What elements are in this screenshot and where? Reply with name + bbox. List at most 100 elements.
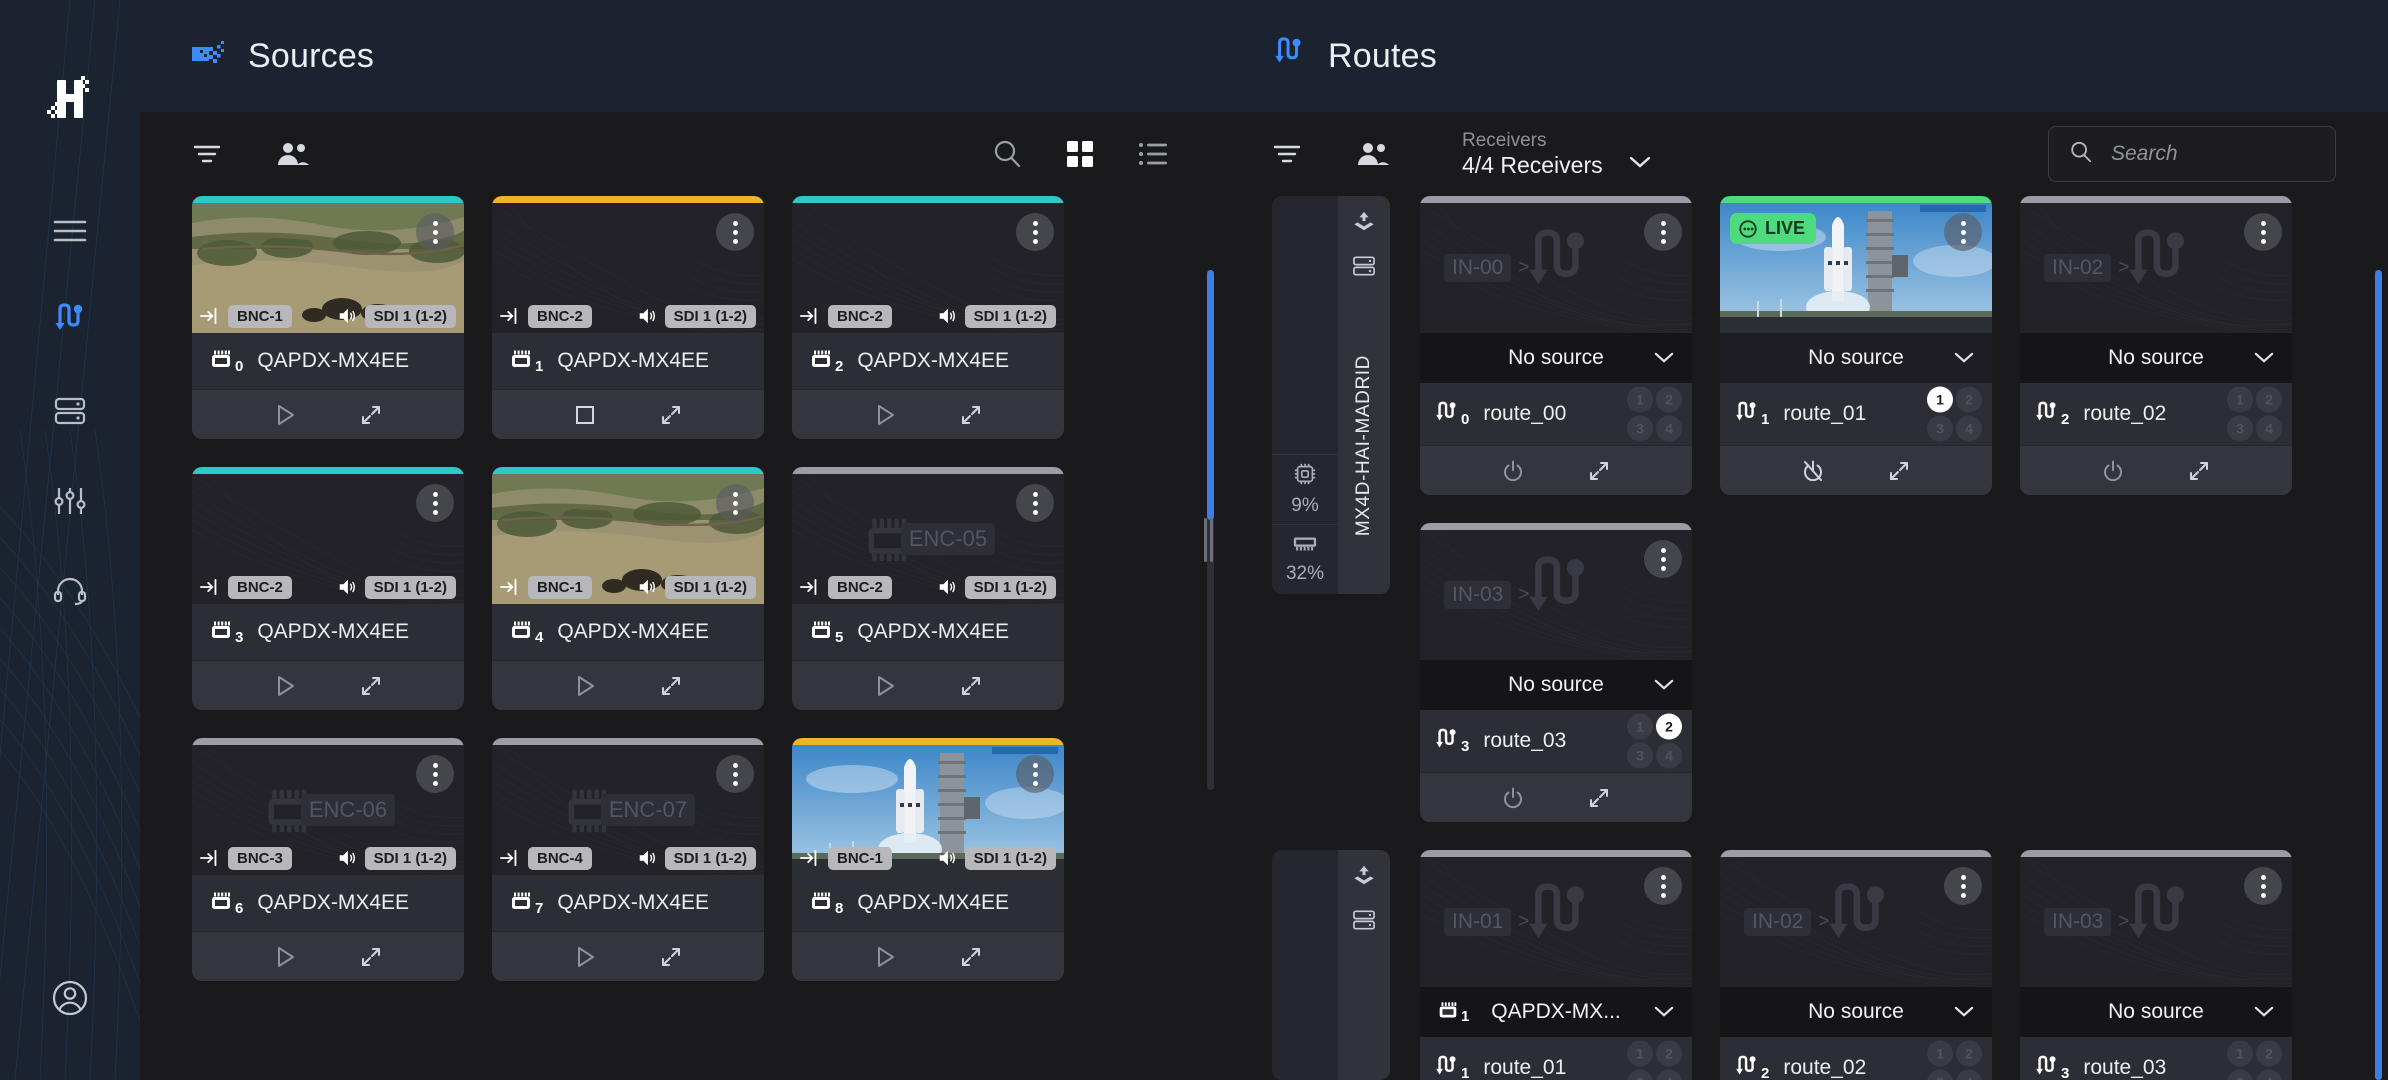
route-thumbnail[interactable]: IN-02 > bbox=[2020, 203, 2292, 333]
source-thumbnail[interactable]: ENC-07 BNC-4 SDI 1 (1-2) bbox=[492, 745, 764, 875]
source-card[interactable]: BNC-2 SDI 1 (1-2) 1 QAPDX-MX4EE bbox=[492, 196, 764, 439]
receiver-badge[interactable]: 1 bbox=[1927, 386, 1953, 413]
source-card[interactable]: ENC-05 BNC-2 SDI 1 (1-2) 5 QAPDX-MX4EE bbox=[792, 467, 1064, 710]
power-off-button[interactable] bbox=[1801, 459, 1825, 483]
receiver-badge[interactable]: 3 bbox=[1627, 742, 1653, 769]
play-button[interactable] bbox=[573, 674, 597, 698]
route-card[interactable]: IN-02 > No source 2 route_02 bbox=[2020, 196, 2292, 495]
sidebar-item-routes[interactable] bbox=[34, 278, 106, 368]
chevron-down-icon[interactable] bbox=[2254, 1000, 2274, 1024]
chevron-down-icon[interactable] bbox=[1654, 346, 1674, 370]
expand-button[interactable] bbox=[959, 674, 983, 698]
user-account-icon[interactable] bbox=[51, 979, 89, 1022]
route-thumbnail[interactable]: IN-03 > bbox=[2020, 857, 2292, 987]
expand-button[interactable] bbox=[2187, 459, 2211, 483]
sidebar-item-devices[interactable] bbox=[34, 368, 106, 458]
source-card[interactable]: BNC-2 SDI 1 (1-2) 3 QAPDX-MX4EE bbox=[192, 467, 464, 710]
hai-logo[interactable] bbox=[43, 72, 97, 126]
receiver-badge[interactable]: 4 bbox=[2256, 1069, 2282, 1080]
route-source-selector[interactable]: No source bbox=[1420, 660, 1692, 710]
route-thumbnail[interactable]: IN-01 > bbox=[1420, 857, 1692, 987]
play-button[interactable] bbox=[273, 674, 297, 698]
device-rail[interactable] bbox=[1272, 850, 1390, 1080]
receiver-badge[interactable]: 2 bbox=[1956, 1040, 1982, 1067]
receiver-badge[interactable]: 4 bbox=[1956, 1069, 1982, 1080]
route-thumbnail[interactable]: IN-03 > bbox=[1420, 530, 1692, 660]
filter-icon[interactable] bbox=[192, 142, 222, 166]
card-menu-button[interactable] bbox=[2244, 213, 2282, 251]
source-card[interactable]: ENC-07 BNC-4 SDI 1 (1-2) 7 QAPDX-MX4EE bbox=[492, 738, 764, 981]
card-menu-button[interactable] bbox=[1944, 213, 1982, 251]
routes-search-box[interactable] bbox=[2048, 126, 2336, 182]
sidebar-item-settings[interactable] bbox=[34, 458, 106, 548]
receiver-badge[interactable]: 1 bbox=[2227, 386, 2253, 413]
card-menu-button[interactable] bbox=[2244, 867, 2282, 905]
expand-button[interactable] bbox=[659, 403, 683, 427]
server-rack-icon[interactable] bbox=[1351, 255, 1377, 282]
card-menu-button[interactable] bbox=[1644, 540, 1682, 578]
chevron-down-icon[interactable] bbox=[1654, 673, 1674, 697]
server-rack-icon[interactable] bbox=[1351, 909, 1377, 936]
expand-button[interactable] bbox=[959, 945, 983, 969]
chevron-down-icon[interactable] bbox=[1654, 1000, 1674, 1024]
play-button[interactable] bbox=[273, 945, 297, 969]
card-menu-button[interactable] bbox=[716, 213, 754, 251]
route-source-selector[interactable]: No source bbox=[2020, 333, 2292, 383]
search-icon[interactable] bbox=[992, 139, 1022, 169]
source-thumbnail[interactable]: BNC-2 SDI 1 (1-2) bbox=[492, 203, 764, 333]
expand-button[interactable] bbox=[359, 403, 383, 427]
route-source-selector[interactable]: 1 QAPDX-MX... bbox=[1420, 987, 1692, 1037]
grid-view-icon[interactable] bbox=[1066, 140, 1094, 168]
card-menu-button[interactable] bbox=[716, 755, 754, 793]
card-menu-button[interactable] bbox=[416, 484, 454, 522]
receiver-badge[interactable]: 1 bbox=[1627, 1040, 1653, 1067]
stop-button[interactable] bbox=[573, 403, 597, 427]
card-menu-button[interactable] bbox=[1016, 213, 1054, 251]
expand-button[interactable] bbox=[659, 674, 683, 698]
play-button[interactable] bbox=[273, 403, 297, 427]
upload-icon[interactable] bbox=[1352, 864, 1376, 893]
receiver-badge[interactable]: 2 bbox=[1656, 386, 1682, 413]
card-menu-button[interactable] bbox=[1016, 484, 1054, 522]
receiver-badge[interactable]: 2 bbox=[2256, 386, 2282, 413]
expand-button[interactable] bbox=[659, 945, 683, 969]
route-card[interactable]: LIVE No source 1 route_01 1234 bbox=[1720, 196, 1992, 495]
source-thumbnail[interactable]: BNC-1 SDI 1 (1-2) bbox=[492, 474, 764, 604]
power-button[interactable] bbox=[1501, 786, 1525, 810]
source-thumbnail[interactable]: BNC-1 SDI 1 (1-2) bbox=[192, 203, 464, 333]
route-source-selector[interactable]: No source bbox=[1720, 987, 1992, 1037]
route-thumbnail[interactable]: IN-02 > bbox=[1720, 857, 1992, 987]
receiver-badge[interactable]: 3 bbox=[2227, 415, 2253, 442]
receivers-selector[interactable]: Receivers 4/4 Receivers bbox=[1462, 130, 1651, 178]
route-card[interactable]: IN-02 > No source 2 route_02 bbox=[1720, 850, 1992, 1080]
card-menu-button[interactable] bbox=[416, 755, 454, 793]
route-source-selector[interactable]: No source bbox=[2020, 987, 2292, 1037]
card-menu-button[interactable] bbox=[1644, 867, 1682, 905]
expand-button[interactable] bbox=[1587, 459, 1611, 483]
filter-icon[interactable] bbox=[1272, 142, 1302, 166]
play-button[interactable] bbox=[873, 403, 897, 427]
expand-button[interactable] bbox=[959, 403, 983, 427]
receiver-badge[interactable]: 3 bbox=[1627, 1069, 1653, 1080]
receiver-badge[interactable]: 3 bbox=[1927, 1069, 1953, 1080]
source-card[interactable]: BNC-1 SDI 1 (1-2) 4 QAPDX-MX4EE bbox=[492, 467, 764, 710]
receiver-badge[interactable]: 4 bbox=[1656, 415, 1682, 442]
play-button[interactable] bbox=[873, 945, 897, 969]
source-card[interactable]: BNC-1 SDI 1 (1-2) 8 QAPDX-MX4EE bbox=[792, 738, 1064, 981]
play-button[interactable] bbox=[873, 674, 897, 698]
source-card[interactable]: BNC-2 SDI 1 (1-2) 2 QAPDX-MX4EE bbox=[792, 196, 1064, 439]
source-thumbnail[interactable]: ENC-05 BNC-2 SDI 1 (1-2) bbox=[792, 474, 1064, 604]
power-button[interactable] bbox=[2101, 459, 2125, 483]
receiver-badge[interactable]: 4 bbox=[1956, 415, 1982, 442]
expand-button[interactable] bbox=[359, 674, 383, 698]
route-card[interactable]: IN-00 > No source 0 route_00 1 2 3 4 bbox=[1420, 196, 1692, 495]
receiver-badge[interactable]: 2 bbox=[2256, 1040, 2282, 1067]
device-rail[interactable]: 9% 32% MX4D-HAI-MADRID bbox=[1272, 196, 1390, 594]
chevron-down-icon[interactable] bbox=[1954, 1000, 1974, 1024]
upload-icon[interactable] bbox=[1352, 210, 1376, 239]
power-button[interactable] bbox=[1501, 459, 1525, 483]
chevron-down-icon[interactable] bbox=[2254, 346, 2274, 370]
receiver-badge[interactable]: 1 bbox=[1627, 386, 1653, 413]
panel-resize-handle[interactable] bbox=[1204, 518, 1214, 562]
list-view-icon[interactable] bbox=[1138, 141, 1168, 167]
